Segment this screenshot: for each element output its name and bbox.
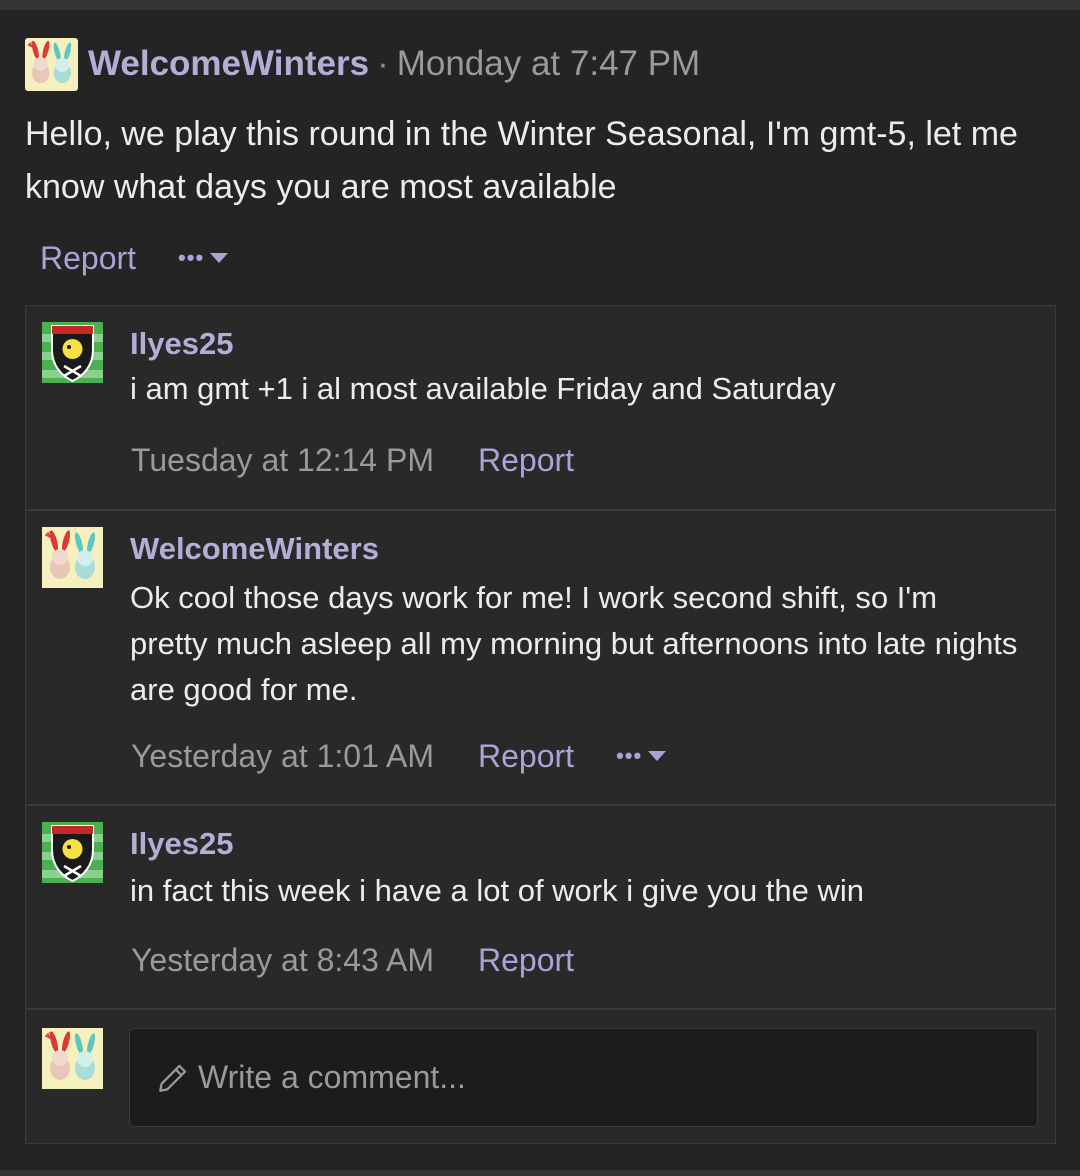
profile-post: WelcomeWinters · Monday at 7:47 PM Hello… xyxy=(0,10,1080,1170)
post-actions: Report ••• xyxy=(40,238,229,278)
comment-meta: Yesterday at 8:43 AM Report xyxy=(131,940,574,980)
more-dots-icon: ••• xyxy=(616,743,643,768)
comment-text: in fact this week i have a lot of work i… xyxy=(130,873,865,908)
avatar[interactable] xyxy=(42,822,103,883)
more-options-button[interactable]: ••• xyxy=(178,245,229,271)
separator-dot: · xyxy=(377,44,389,83)
avatar[interactable] xyxy=(25,37,78,91)
avatar xyxy=(42,1028,103,1089)
comment-author-link[interactable]: Ilyes25 xyxy=(130,326,233,362)
comment-meta: Yesterday at 1:01 AM Report ••• xyxy=(131,736,667,776)
chevron-down-icon xyxy=(648,751,667,761)
comment-text: i am gmt +1 i al most available Friday a… xyxy=(130,371,836,406)
comments-section: Ilyes25 i am gmt +1 i al most available … xyxy=(25,305,1056,1144)
comment-timestamp[interactable]: Tuesday at 12:14 PM xyxy=(131,442,434,479)
more-options-button[interactable]: ••• xyxy=(616,743,667,769)
post-body: Hello, we play this round in the Winter … xyxy=(25,115,1018,206)
more-dots-icon: ••• xyxy=(178,245,205,270)
report-link[interactable]: Report xyxy=(478,942,574,979)
comment-item: Ilyes25 i am gmt +1 i al most available … xyxy=(26,306,1055,511)
pencil-icon xyxy=(156,1061,190,1095)
comment-timestamp[interactable]: Yesterday at 8:43 AM xyxy=(131,942,434,979)
post-header: WelcomeWinters · Monday at 7:47 PM xyxy=(25,37,700,91)
comment-placeholder: Write a comment... xyxy=(198,1059,466,1095)
comment-item: Ilyes25 in fact this week i have a lot o… xyxy=(26,806,1055,1010)
comment-text: Ok cool those days work for me! I work s… xyxy=(130,580,1018,707)
comment-input[interactable]: Write a comment... xyxy=(129,1028,1038,1127)
comment-author-link[interactable]: WelcomeWinters xyxy=(130,531,379,567)
post-author-link[interactable]: WelcomeWinters xyxy=(88,44,369,84)
bottom-divider xyxy=(0,1170,1080,1176)
avatar[interactable] xyxy=(42,322,103,383)
comment-author-link[interactable]: Ilyes25 xyxy=(130,826,233,862)
avatar[interactable] xyxy=(42,527,103,588)
top-divider xyxy=(0,0,1080,10)
comment-timestamp[interactable]: Yesterday at 1:01 AM xyxy=(131,738,434,775)
chevron-down-icon xyxy=(210,253,229,263)
post-timestamp[interactable]: Monday at 7:47 PM xyxy=(397,44,701,84)
comment-meta: Tuesday at 12:14 PM Report xyxy=(131,440,574,480)
report-link[interactable]: Report xyxy=(478,442,574,479)
comment-item: WelcomeWinters Ok cool those days work f… xyxy=(26,511,1055,806)
report-link[interactable]: Report xyxy=(40,240,136,277)
report-link[interactable]: Report xyxy=(478,738,574,775)
